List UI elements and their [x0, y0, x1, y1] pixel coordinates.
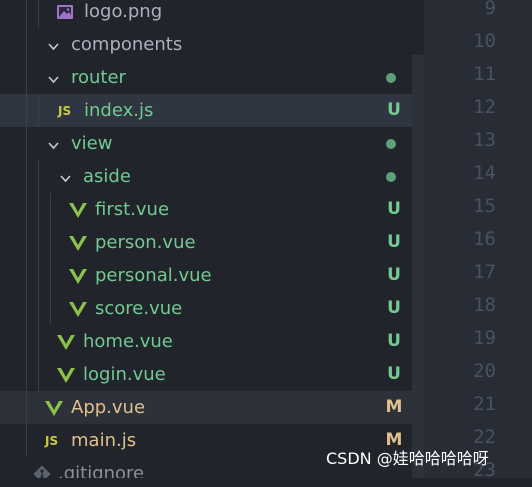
vue-icon	[69, 201, 87, 219]
tree-item-label: person.vue	[95, 232, 196, 253]
indent-guide	[26, 61, 27, 94]
js-icon: JS	[58, 104, 72, 118]
line-number: 13	[473, 129, 496, 151]
chevron-down-icon	[59, 170, 72, 183]
indent-guide	[38, 94, 39, 127]
tree-item-label: index.js	[84, 100, 154, 121]
git-changes-dot	[386, 139, 396, 149]
tree-item-label: personal.vue	[95, 265, 212, 286]
indent-guide	[26, 292, 27, 325]
indent-guide	[50, 226, 51, 259]
line-number: 9	[484, 0, 496, 19]
git-status-badge: U	[387, 232, 401, 252]
line-number: 15	[473, 195, 496, 217]
indent-guide	[38, 160, 39, 193]
indent-guide	[38, 358, 39, 391]
tree-item-first-vue[interactable]: first.vue U	[0, 193, 412, 226]
tree-item-app-vue[interactable]: App.vue M	[0, 391, 424, 424]
tree-item-label: home.vue	[83, 331, 173, 352]
tree-item-label: score.vue	[95, 298, 183, 319]
tree-item-label: App.vue	[71, 397, 146, 418]
line-number: 19	[473, 327, 496, 349]
vue-icon	[69, 267, 87, 285]
tree-item-label: logo.png	[84, 1, 163, 22]
indent-guide	[38, 0, 39, 28]
vue-icon	[57, 366, 75, 384]
indent-guide	[26, 325, 27, 358]
tree-item-home-vue[interactable]: home.vue U	[0, 325, 412, 358]
tree-folder-view[interactable]: view	[0, 127, 412, 160]
git-status-badge: U	[387, 298, 401, 318]
indent-guide	[38, 259, 39, 292]
indent-guide	[26, 424, 27, 457]
tree-item-index-js[interactable]: JS index.js U	[0, 94, 424, 127]
js-icon: JS	[45, 434, 59, 448]
indent-guide	[26, 127, 27, 160]
file-explorer: logo.png components router JS index.js U…	[0, 0, 424, 478]
chevron-down-icon	[47, 71, 60, 84]
tree-item-label: first.vue	[95, 199, 170, 220]
line-number: 12	[473, 96, 496, 118]
line-number: 11	[473, 63, 496, 85]
git-changes-dot	[386, 172, 396, 182]
indent-guide	[26, 28, 27, 61]
line-number: 18	[473, 294, 496, 316]
line-number: 20	[473, 360, 496, 382]
git-changes-dot	[386, 73, 396, 83]
indent-guide	[50, 292, 51, 325]
tree-folder-router[interactable]: router	[0, 61, 412, 94]
git-status-badge: U	[387, 199, 401, 219]
vue-icon	[69, 234, 87, 252]
indent-guide	[38, 226, 39, 259]
vue-icon	[57, 333, 75, 351]
tree-item-score-vue[interactable]: score.vue U	[0, 292, 412, 325]
indent-guide	[26, 193, 27, 226]
indent-guide	[26, 358, 27, 391]
chevron-down-icon	[47, 137, 60, 150]
tree-folder-components[interactable]: components	[0, 28, 412, 61]
indent-guide	[26, 259, 27, 292]
explorer-scrollbar[interactable]	[412, 55, 424, 478]
tree-item-label: components	[71, 34, 183, 55]
tree-item-label: main.js	[71, 430, 137, 451]
indent-guide	[38, 292, 39, 325]
indent-guide	[26, 94, 27, 127]
git-status-badge: U	[387, 364, 401, 384]
line-number: 10	[473, 30, 496, 52]
tree-item-logo-png[interactable]: logo.png	[0, 0, 412, 28]
indent-guide	[26, 160, 27, 193]
line-number: 21	[473, 393, 496, 415]
git-status-badge: U	[387, 100, 401, 120]
chevron-down-icon	[47, 38, 60, 51]
indent-guide	[50, 193, 51, 226]
indent-guide	[26, 391, 27, 424]
tree-item-label: view	[71, 133, 113, 154]
image-icon	[56, 3, 74, 21]
line-number: 16	[473, 228, 496, 250]
tree-item-label: .gitignore	[58, 463, 145, 478]
tree-item-label: aside	[83, 166, 131, 187]
indent-guide	[38, 193, 39, 226]
tree-item-label: router	[71, 67, 126, 88]
tree-item-label: login.vue	[83, 364, 166, 385]
tree-item-login-vue[interactable]: login.vue U	[0, 358, 412, 391]
indent-guide	[26, 226, 27, 259]
git-icon	[33, 465, 51, 478]
line-number: 17	[473, 261, 496, 283]
vue-icon	[69, 300, 87, 318]
tree-item-person-vue[interactable]: person.vue U	[0, 226, 412, 259]
line-number: 14	[473, 162, 496, 184]
indent-guide	[26, 0, 27, 28]
tree-item-personal-vue[interactable]: personal.vue U	[0, 259, 412, 292]
git-status-badge: U	[387, 331, 401, 351]
git-status-badge: U	[387, 265, 401, 285]
vue-icon	[45, 399, 63, 417]
csdn-watermark: CSDN @娃哈哈哈哈呀	[326, 449, 489, 468]
tree-folder-aside[interactable]: aside	[0, 160, 412, 193]
indent-guide	[50, 259, 51, 292]
git-status-badge: M	[385, 397, 403, 417]
indent-guide	[38, 325, 39, 358]
